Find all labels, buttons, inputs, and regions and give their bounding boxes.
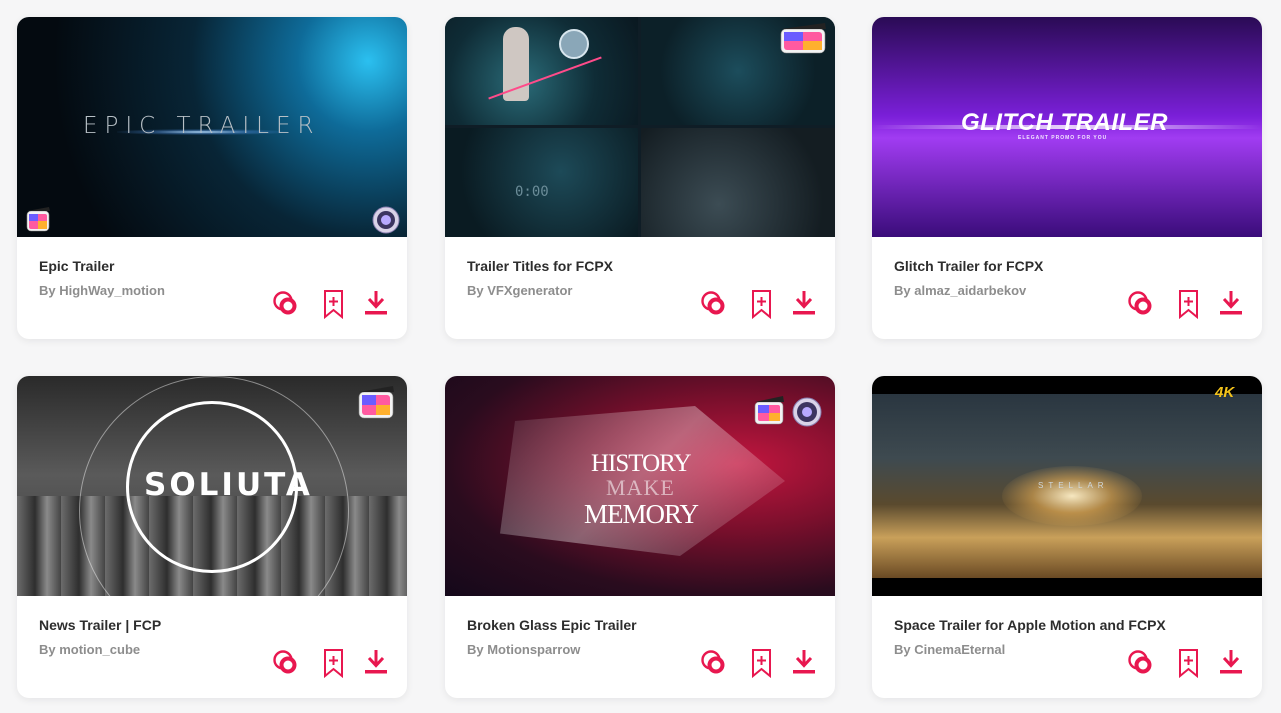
card-actions [700, 648, 818, 678]
thumbnail-panel [445, 17, 638, 125]
template-card[interactable]: STELLAR 4K Space Trailer for Apple Motio… [872, 376, 1262, 698]
final-cut-pro-icon [357, 384, 397, 425]
bookmark-button[interactable] [748, 648, 776, 678]
final-cut-pro-icon [25, 205, 53, 237]
bookmark-button[interactable] [1175, 648, 1203, 678]
preview-circles-icon [1128, 650, 1152, 674]
card-title[interactable]: Glitch Trailer for FCPX [894, 258, 1043, 274]
template-thumbnail[interactable]: SOLIUTA [17, 376, 407, 596]
thumbnail-subtitle-text: ELEGANT PROMO FOR YOU [1018, 135, 1108, 141]
thumbnail-title-line: MEMORY [584, 499, 699, 529]
bookmark-add-icon [752, 649, 771, 678]
thumbnail-title-text: STELLAR [1038, 481, 1109, 490]
download-button[interactable] [790, 289, 818, 319]
preview-button[interactable] [1127, 289, 1155, 319]
bookmark-button[interactable] [1175, 289, 1203, 319]
thumbnail-title-text: SOLIUTA [144, 467, 313, 503]
template-thumbnail[interactable]: EPIC TRAILER [17, 17, 407, 237]
card-title[interactable]: Epic Trailer [39, 258, 114, 274]
bookmark-button[interactable] [748, 289, 776, 319]
card-author[interactable]: By HighWay_motion [39, 283, 165, 298]
bookmark-add-icon [1179, 290, 1198, 319]
card-actions [1127, 648, 1245, 678]
bookmark-add-icon [1179, 649, 1198, 678]
download-button[interactable] [362, 648, 390, 678]
card-actions [700, 289, 818, 319]
download-button[interactable] [790, 648, 818, 678]
thumbnail-title-text: GLITCH TRAILER [961, 109, 1168, 136]
preview-circles-icon [273, 650, 297, 674]
download-icon [1220, 291, 1242, 315]
preview-circles-icon [701, 291, 725, 315]
card-actions [272, 289, 390, 319]
download-icon [793, 650, 815, 674]
thumbnail-timecode: 0:00 [515, 184, 549, 200]
bookmark-button[interactable] [320, 648, 348, 678]
template-card[interactable]: SOLIUTA News Trailer | FCP By motion_cub… [17, 376, 407, 698]
final-cut-pro-icon [779, 21, 831, 60]
preview-circles-icon [701, 650, 725, 674]
preview-circles-icon [273, 291, 297, 315]
download-button[interactable] [362, 289, 390, 319]
preview-button[interactable] [272, 648, 300, 678]
download-icon [365, 650, 387, 674]
preview-button[interactable] [700, 289, 728, 319]
apple-motion-icon [791, 396, 823, 433]
card-actions [1127, 289, 1245, 319]
card-author[interactable]: By motion_cube [39, 642, 140, 657]
thumbnail-title-text: EPIC TRAILER [83, 113, 321, 139]
template-thumbnail[interactable]: 0:00 [445, 17, 835, 237]
final-cut-pro-icon [753, 394, 787, 431]
card-author[interactable]: By CinemaEternal [894, 642, 1005, 657]
template-card[interactable]: 0:00 Trailer Titles for FCPX By VFXgener… [445, 17, 835, 339]
bookmark-add-icon [752, 290, 771, 319]
card-author[interactable]: By almaz_aidarbekov [894, 283, 1026, 298]
card-title[interactable]: News Trailer | FCP [39, 617, 161, 633]
badge-4k: 4K [1215, 384, 1235, 401]
thumbnail-title-line: MAKE [606, 475, 675, 500]
preview-circles-icon [1128, 291, 1152, 315]
card-actions [272, 648, 390, 678]
download-icon [365, 291, 387, 315]
card-title[interactable]: Space Trailer for Apple Motion and FCPX [894, 617, 1166, 633]
template-card[interactable]: HISTORY MAKE MEMORY Broken Glass Epic Tr… [445, 376, 835, 698]
download-icon [1220, 650, 1242, 674]
template-card[interactable]: GLITCH TRAILER ELEGANT PROMO FOR YOU Gli… [872, 17, 1262, 339]
template-grid: EPIC TRAILER Epic Trailer By HighWay_mot… [0, 0, 1281, 713]
card-author[interactable]: By Motionsparrow [467, 642, 580, 657]
card-title[interactable]: Trailer Titles for FCPX [467, 258, 613, 274]
template-thumbnail[interactable]: GLITCH TRAILER ELEGANT PROMO FOR YOU [872, 17, 1262, 237]
template-thumbnail[interactable]: HISTORY MAKE MEMORY [445, 376, 835, 596]
bookmark-add-icon [324, 290, 343, 319]
apple-motion-icon [371, 205, 401, 237]
template-card[interactable]: EPIC TRAILER Epic Trailer By HighWay_mot… [17, 17, 407, 339]
download-button[interactable] [1217, 648, 1245, 678]
card-title[interactable]: Broken Glass Epic Trailer [467, 617, 637, 633]
download-icon [793, 291, 815, 315]
preview-button[interactable] [1127, 648, 1155, 678]
helmet-figure [559, 29, 589, 59]
thumbnail-title-line: HISTORY [591, 450, 692, 477]
sun-glow [1002, 466, 1142, 526]
card-author[interactable]: By VFXgenerator [467, 283, 572, 298]
bookmark-add-icon [324, 649, 343, 678]
thumbnail-panel [445, 128, 638, 237]
template-thumbnail[interactable]: STELLAR 4K [872, 376, 1262, 596]
preview-button[interactable] [700, 648, 728, 678]
bookmark-button[interactable] [320, 289, 348, 319]
preview-button[interactable] [272, 289, 300, 319]
download-button[interactable] [1217, 289, 1245, 319]
thumbnail-panel [641, 128, 835, 237]
